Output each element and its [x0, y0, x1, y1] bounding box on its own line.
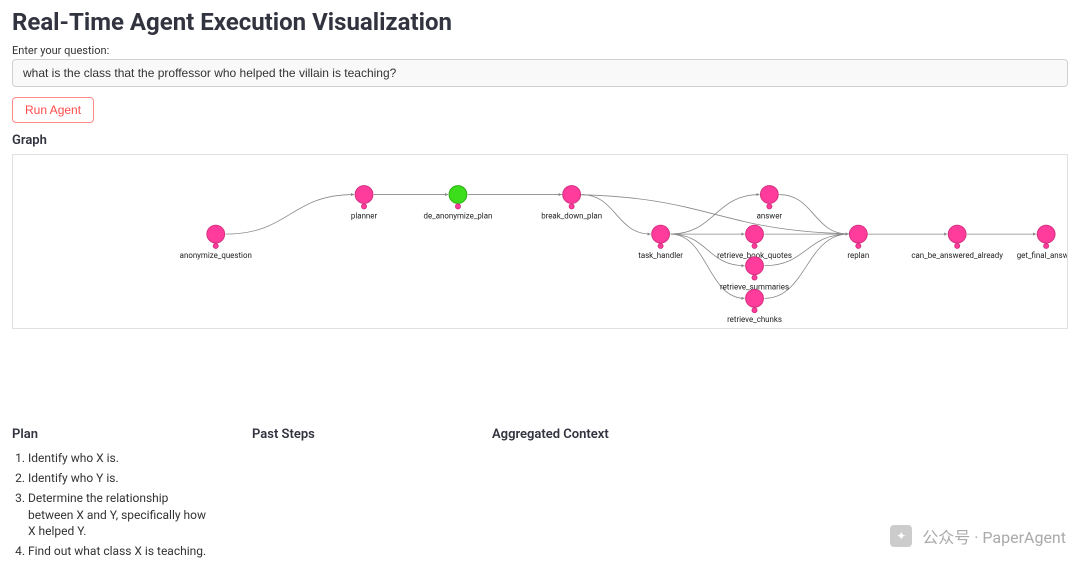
- node-label: planner: [351, 211, 378, 220]
- graph-title: Graph: [0, 131, 1080, 152]
- plan-item: Determine the relationship between X and…: [28, 490, 212, 539]
- wechat-icon: ✦: [890, 525, 912, 547]
- node-task_handler[interactable]: task_handler: [638, 225, 683, 260]
- watermark-text: 公众号 · PaperAgent: [922, 524, 1066, 548]
- plan-item: Find out what class X is teaching.: [28, 543, 212, 559]
- aggregated-context-title: Aggregated Context: [492, 427, 692, 442]
- node-label: retrieve_chunks: [727, 315, 782, 324]
- node-label: replan: [847, 251, 869, 260]
- node-replan[interactable]: replan: [847, 225, 869, 260]
- question-row: [12, 59, 1068, 87]
- plan-title: Plan: [12, 427, 212, 442]
- plan-list: Identify who X is. Identify who Y is. Dete…: [12, 450, 212, 559]
- node-label: get_final_answer: [1017, 251, 1067, 260]
- node-label: de_anonymize_plan: [424, 211, 493, 220]
- node-break_down_plan[interactable]: break_down_plan: [541, 186, 602, 221]
- node-label: can_be_answered_already: [911, 251, 1003, 260]
- graph-edge: [779, 195, 848, 235]
- node-retrieve_summaries[interactable]: retrieve_summaries: [720, 257, 789, 292]
- node-can_be_answered_already[interactable]: can_be_answered_already: [911, 225, 1003, 260]
- node-label: break_down_plan: [541, 211, 602, 220]
- input-label: Enter your question:: [0, 40, 1080, 59]
- node-label: answer: [757, 211, 783, 220]
- node-planner[interactable]: planner: [351, 186, 378, 221]
- node-anonymize_question[interactable]: anonymize_question: [180, 225, 252, 260]
- node-retrieve_chunks[interactable]: retrieve_chunks: [727, 289, 782, 324]
- node-retrieve_book_quotes[interactable]: retrieve_book_quotes: [717, 225, 792, 260]
- graph-edge: [226, 195, 355, 235]
- plan-column: Plan Identify who X is. Identify who Y is…: [12, 427, 212, 563]
- graph-canvas: anonymize_question planner de_anonymize_pl…: [13, 155, 1067, 328]
- watermark: ✦ 公众号 · PaperAgent: [890, 524, 1066, 548]
- graph-edge: [562, 195, 868, 235]
- page-title: Real-Time Agent Execution Visualization: [0, 0, 1080, 40]
- question-input[interactable]: [12, 59, 1068, 87]
- node-answer[interactable]: answer: [757, 186, 783, 221]
- node-de_anonymize_plan[interactable]: de_anonymize_plan: [424, 186, 493, 221]
- graph-container[interactable]: anonymize_question planner de_anonymize_pl…: [12, 154, 1068, 329]
- plan-item: Identify who Y is.: [28, 470, 212, 486]
- node-get_final_answer[interactable]: get_final_answer: [1017, 225, 1067, 260]
- run-agent-button[interactable]: Run Agent: [12, 97, 94, 123]
- past-steps-column: Past Steps: [252, 427, 452, 563]
- node-label: anonymize_question: [180, 251, 252, 260]
- past-steps-title: Past Steps: [252, 427, 452, 442]
- plan-item: Identify who X is.: [28, 450, 212, 466]
- aggregated-context-column: Aggregated Context: [492, 427, 692, 563]
- node-label: task_handler: [638, 251, 683, 260]
